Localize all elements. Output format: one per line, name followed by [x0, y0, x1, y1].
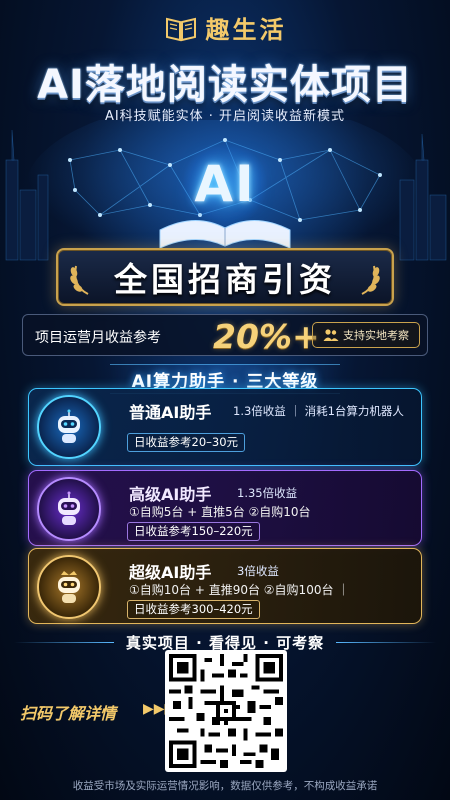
- robot-badge: [37, 395, 101, 459]
- hero: AI: [0, 124, 450, 252]
- laurel-icon: [361, 265, 380, 295]
- revenue-label: 项目运营月收益参考: [35, 330, 161, 346]
- tier-name: 高级AI助手: [129, 485, 212, 504]
- robot-badge: [37, 477, 101, 541]
- tier-name: 超级AI助手: [129, 563, 212, 582]
- qr-code[interactable]: [165, 650, 287, 772]
- robot-icon: [58, 491, 80, 525]
- site-visit-button[interactable]: 支持实地考察: [312, 322, 420, 348]
- tier-card-basic[interactable]: 普通AI助手 1.3倍收益 ｜ 消耗1台算力机器人 日收益参考20–30元: [28, 388, 422, 466]
- laurel-icon: [70, 265, 89, 295]
- ai-glow-text: AI: [194, 155, 256, 213]
- people-icon: [323, 329, 339, 341]
- tier-meta: 3倍收益: [237, 564, 279, 578]
- page-subtitle: AI科技赋能实体 · 开启阅读收益新模式: [104, 109, 346, 124]
- brand: 趣生活: [0, 10, 450, 45]
- tier-daily-income: 日收益参考150–220元: [127, 522, 260, 541]
- brand-name: 趣生活: [205, 16, 287, 44]
- banner-text: 全国招商引资: [114, 260, 336, 299]
- tier-card-advanced[interactable]: 高级AI助手 1.35倍收益 ①自购5台 + 直推5台 ②自购10台 日收益参考…: [28, 470, 422, 546]
- tier-conditions: ①自购5台 + 直推5台 ②自购10台: [129, 505, 311, 519]
- divider: [336, 642, 436, 643]
- tier-meta: 1.3倍收益 ｜ 消耗1台算力机器人: [233, 404, 404, 418]
- robot-icon: [58, 409, 80, 443]
- robot-badge: [37, 555, 101, 619]
- tier-daily-income: 日收益参考20–30元: [127, 433, 246, 452]
- tier-card-super[interactable]: 超级AI助手 3倍收益 ①自购10台 + 直推90台 ②自购100台 ｜ 日收益…: [28, 548, 422, 624]
- scan-label: 扫码了解详情: [20, 704, 117, 723]
- disclaimer: 收益受市场及实际运营情况影响，数据仅供参考，不构成收益承诺: [72, 780, 378, 792]
- tier-conditions: ①自购10台 + 直推90台 ②自购100台 ｜: [129, 583, 350, 597]
- tier-meta: 1.35倍收益: [237, 486, 298, 500]
- investment-banner: 全国招商引资: [56, 248, 394, 306]
- qr-code-image: [169, 654, 283, 768]
- page-title: AI落地阅读实体项目: [37, 62, 413, 108]
- robot-icon: [58, 571, 80, 603]
- open-book-icon: [165, 17, 196, 41]
- ai-orb: AI: [183, 142, 267, 226]
- revenue-row: 项目运营月收益参考 20%+ 支持实地考察: [22, 314, 428, 356]
- tier-daily-income: 日收益参考300–420元: [127, 600, 260, 619]
- revenue-value: 20%+: [213, 317, 320, 356]
- poster: 趣生活 AI落地阅读实体项目 AI科技赋能实体 · 开启阅读收益新模式 AI 全…: [0, 0, 450, 800]
- tier-name: 普通AI助手: [129, 403, 212, 422]
- site-visit-label: 支持实地考察: [343, 329, 409, 342]
